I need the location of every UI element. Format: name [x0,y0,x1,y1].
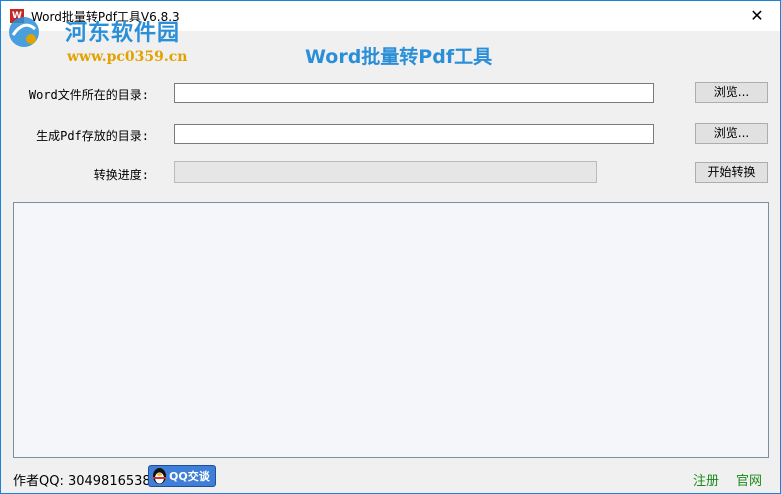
register-link[interactable]: 注册 [693,470,719,489]
word-dir-input[interactable] [174,83,654,103]
watermark-title: 河东软件园 [65,20,181,46]
browse-word-dir-button[interactable]: 浏览... [695,82,768,103]
progress-label: 转换进度: [93,168,149,182]
app-heading: Word批量转Pdf工具 [305,46,493,68]
browse-pdf-dir-button[interactable]: 浏览... [695,123,768,144]
log-output-area[interactable] [13,202,769,458]
watermark-logo-icon [9,17,39,47]
qq-chat-button[interactable]: QQ交谈 [148,465,216,487]
close-button[interactable]: ✕ [734,1,780,31]
qq-penguin-icon [153,468,166,484]
qq-chat-label: QQ交谈 [169,470,210,483]
site-watermark: 河东软件园 www.pc0359.cn [3,11,203,71]
watermark-url: www.pc0359.cn [67,49,188,65]
word-dir-label: Word文件所在的目录: [28,88,149,102]
start-convert-button[interactable]: 开始转换 [695,162,768,183]
author-qq-text: 作者QQ: 3049816538 [13,474,151,489]
conversion-progress-bar [174,161,597,183]
pdf-dir-input[interactable] [174,124,654,144]
pdf-dir-label: 生成Pdf存放的目录: [36,129,149,143]
main-window: W Word批量转Pdf工具V6.8.3 ✕ 河东软件园 www.pc0359.… [0,0,781,494]
website-link[interactable]: 官网 [736,470,762,489]
